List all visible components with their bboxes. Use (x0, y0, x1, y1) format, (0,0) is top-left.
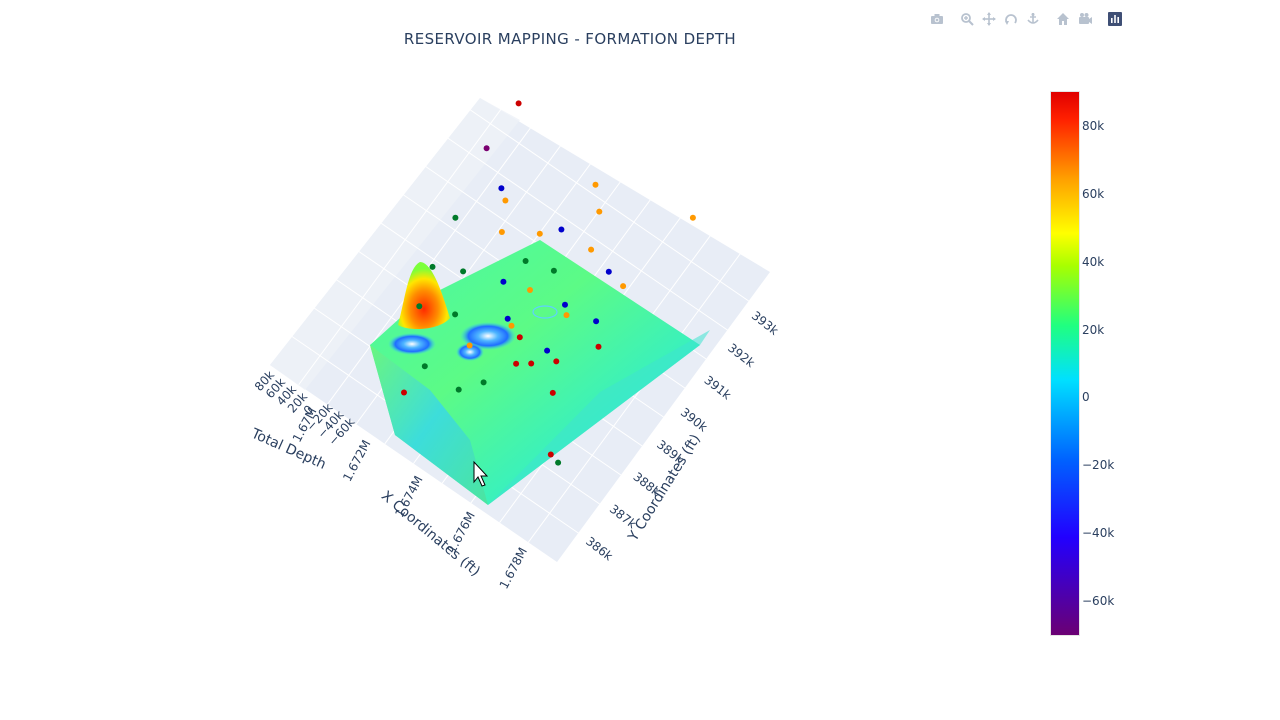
well-point[interactable] (504, 315, 511, 322)
well-point[interactable] (555, 459, 562, 466)
well-point[interactable] (596, 208, 603, 215)
well-point[interactable] (547, 451, 554, 458)
well-point[interactable] (508, 322, 515, 329)
well-point[interactable] (460, 268, 467, 275)
well-point[interactable] (550, 267, 557, 274)
y-tick-label: 390k (678, 405, 710, 434)
colorbar-tick-label: 60k (1082, 186, 1105, 201)
colorbar-tick-label: −20k (1082, 458, 1115, 473)
reset-camera-icon[interactable] (1074, 10, 1096, 28)
well-point[interactable] (416, 303, 423, 310)
well-point[interactable] (401, 389, 407, 396)
well-point[interactable] (527, 287, 533, 293)
surface-hole-1 (388, 333, 436, 355)
y-tick-label: 392k (725, 341, 757, 370)
y-tick-label: 386k (583, 534, 615, 563)
well-point[interactable] (689, 214, 696, 221)
y-tick-label: 393k (749, 308, 781, 337)
y-tick-label: 391k (702, 373, 734, 402)
surface-plot[interactable]: 1.67M1.672M1.674M1.676M1.678M 386k387k388… (0, 0, 1040, 640)
well-point[interactable] (553, 358, 560, 365)
well-point[interactable] (558, 226, 565, 233)
colorbar-tick-label: −40k (1082, 526, 1115, 541)
well-point[interactable] (452, 311, 459, 318)
colorbar (1050, 91, 1080, 636)
well-point[interactable] (544, 347, 551, 354)
colorbar-tick-label: 20k (1082, 322, 1105, 337)
well-point[interactable] (562, 301, 568, 308)
reset-home-icon[interactable] (1052, 10, 1074, 28)
colorbar-tick-label: 0 (1082, 390, 1090, 405)
well-point[interactable] (516, 334, 523, 341)
x-tick-label: 1.672M (340, 438, 373, 484)
well-point[interactable] (528, 360, 535, 367)
well-point[interactable] (549, 389, 556, 396)
well-point[interactable] (605, 268, 612, 275)
well-point[interactable] (620, 283, 627, 290)
well-point[interactable] (592, 181, 599, 188)
well-point[interactable] (595, 343, 602, 350)
colorbar-tick-label: 40k (1082, 254, 1105, 269)
well-point[interactable] (498, 229, 505, 235)
well-point[interactable] (429, 263, 436, 270)
chart-frame: RESERVOIR MAPPING - FORMATION DEPTH 1.67… (0, 0, 1280, 720)
colorbar-tick-label: 80k (1082, 118, 1105, 133)
well-point[interactable] (455, 386, 462, 393)
well-point[interactable] (522, 258, 529, 264)
well-point[interactable] (588, 246, 595, 253)
well-point[interactable] (563, 312, 570, 319)
well-point[interactable] (452, 214, 459, 221)
well-point[interactable] (513, 360, 520, 367)
well-point[interactable] (483, 145, 490, 152)
well-point[interactable] (515, 100, 522, 107)
well-point[interactable] (536, 230, 543, 237)
x-tick-label: 1.678M (497, 545, 530, 591)
well-point[interactable] (421, 363, 428, 370)
plotly-logo-icon[interactable] (1104, 10, 1126, 28)
colorbar-tick-label: −60k (1082, 594, 1115, 609)
well-point[interactable] (466, 342, 473, 349)
well-point[interactable] (593, 318, 600, 325)
well-point[interactable] (502, 197, 509, 204)
well-point[interactable] (500, 278, 507, 285)
well-point[interactable] (480, 379, 487, 386)
well-point[interactable] (498, 185, 505, 192)
